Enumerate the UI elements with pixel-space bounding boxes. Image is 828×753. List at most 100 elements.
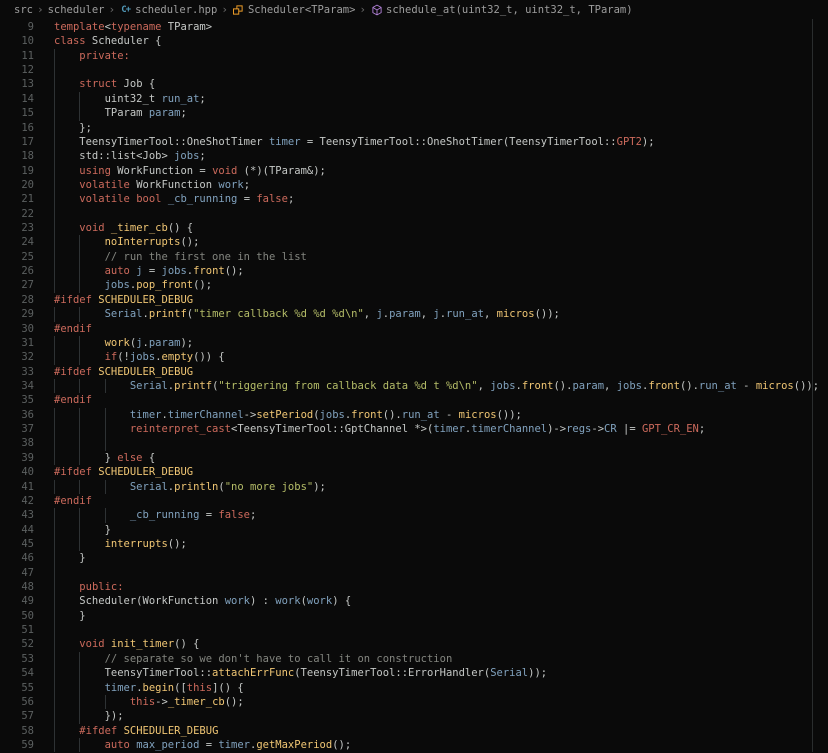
line-number[interactable]: 39 bbox=[0, 451, 34, 465]
code-line[interactable]: 21 volatile bool _cb_running = false; bbox=[0, 192, 828, 206]
line-number[interactable]: 45 bbox=[0, 537, 34, 551]
code-line[interactable]: 32 if(!jobs.empty()) { bbox=[0, 350, 828, 364]
line-number[interactable]: 24 bbox=[0, 235, 34, 249]
line-number[interactable]: 35 bbox=[0, 393, 34, 407]
line-number[interactable]: 14 bbox=[0, 92, 34, 106]
code-line[interactable]: 53 // separate so we don't have to call … bbox=[0, 652, 828, 666]
code-line[interactable]: 20 volatile WorkFunction work; bbox=[0, 178, 828, 192]
code-line[interactable]: 52 void init_timer() { bbox=[0, 637, 828, 651]
line-number[interactable]: 53 bbox=[0, 652, 34, 666]
code-line[interactable]: 33#ifdef SCHEDULER_DEBUG bbox=[0, 365, 828, 379]
line-number[interactable]: 11 bbox=[0, 49, 34, 63]
code-line[interactable]: 42#endif bbox=[0, 494, 828, 508]
code-line[interactable]: 44 } bbox=[0, 523, 828, 537]
line-number[interactable]: 30 bbox=[0, 322, 34, 336]
code-line[interactable]: 54 TeensyTimerTool::attachErrFunc(Teensy… bbox=[0, 666, 828, 680]
code-line[interactable]: 50 } bbox=[0, 609, 828, 623]
code-line[interactable]: 48 public: bbox=[0, 580, 828, 594]
line-number[interactable]: 52 bbox=[0, 637, 34, 651]
breadcrumb-item[interactable]: scheduler bbox=[48, 4, 105, 16]
line-number[interactable]: 46 bbox=[0, 551, 34, 565]
line-number[interactable]: 33 bbox=[0, 365, 34, 379]
line-number[interactable]: 34 bbox=[0, 379, 34, 393]
line-number[interactable]: 31 bbox=[0, 336, 34, 350]
code-line[interactable]: 59 auto max_period = timer.getMaxPeriod(… bbox=[0, 738, 828, 752]
line-number[interactable]: 56 bbox=[0, 695, 34, 709]
code-line[interactable]: 13 struct Job { bbox=[0, 77, 828, 91]
code-line[interactable]: 10class Scheduler { bbox=[0, 34, 828, 48]
line-number[interactable]: 20 bbox=[0, 178, 34, 192]
code-line[interactable]: 39 } else { bbox=[0, 451, 828, 465]
code-line[interactable]: 15 TParam param; bbox=[0, 106, 828, 120]
line-number[interactable]: 23 bbox=[0, 221, 34, 235]
code-line[interactable]: 9template<typename TParam> bbox=[0, 20, 828, 34]
code-line[interactable]: 31 work(j.param); bbox=[0, 336, 828, 350]
code-line[interactable]: 40#ifdef SCHEDULER_DEBUG bbox=[0, 465, 828, 479]
code-line[interactable]: 28#ifdef SCHEDULER_DEBUG bbox=[0, 293, 828, 307]
line-number[interactable]: 58 bbox=[0, 724, 34, 738]
code-line[interactable]: 56 this->_timer_cb(); bbox=[0, 695, 828, 709]
code-line[interactable]: 30#endif bbox=[0, 322, 828, 336]
line-number[interactable]: 25 bbox=[0, 250, 34, 264]
line-number[interactable]: 10 bbox=[0, 34, 34, 48]
code-line[interactable]: 43 _cb_running = false; bbox=[0, 508, 828, 522]
line-number[interactable]: 17 bbox=[0, 135, 34, 149]
line-number[interactable]: 42 bbox=[0, 494, 34, 508]
line-number[interactable]: 50 bbox=[0, 609, 34, 623]
code-line[interactable]: 16 }; bbox=[0, 121, 828, 135]
line-number[interactable]: 47 bbox=[0, 566, 34, 580]
line-number[interactable]: 22 bbox=[0, 207, 34, 221]
code-line[interactable]: 46 } bbox=[0, 551, 828, 565]
line-number[interactable]: 12 bbox=[0, 63, 34, 77]
line-number[interactable]: 44 bbox=[0, 523, 34, 537]
code-line[interactable]: 45 interrupts(); bbox=[0, 537, 828, 551]
code-line[interactable]: 51 bbox=[0, 623, 828, 637]
line-number[interactable]: 29 bbox=[0, 307, 34, 321]
code-line[interactable]: 38 bbox=[0, 436, 828, 450]
code-line[interactable]: 34 Serial.printf("triggering from callba… bbox=[0, 379, 828, 393]
code-line[interactable]: 57 }); bbox=[0, 709, 828, 723]
line-number[interactable]: 57 bbox=[0, 709, 34, 723]
code-line[interactable]: 35#endif bbox=[0, 393, 828, 407]
breadcrumb-item[interactable]: src bbox=[14, 4, 33, 16]
line-number[interactable]: 26 bbox=[0, 264, 34, 278]
line-number[interactable]: 41 bbox=[0, 480, 34, 494]
line-number[interactable]: 40 bbox=[0, 465, 34, 479]
code-line[interactable]: 17 TeensyTimerTool::OneShotTimer timer =… bbox=[0, 135, 828, 149]
breadcrumb-item[interactable]: C+scheduler.hpp bbox=[119, 3, 217, 16]
line-number[interactable]: 28 bbox=[0, 293, 34, 307]
line-number[interactable]: 36 bbox=[0, 408, 34, 422]
line-number[interactable]: 27 bbox=[0, 278, 34, 292]
line-number[interactable]: 9 bbox=[0, 20, 34, 34]
line-number[interactable]: 43 bbox=[0, 508, 34, 522]
code-line[interactable]: 11 private: bbox=[0, 49, 828, 63]
code-line[interactable]: 55 timer.begin([this]() { bbox=[0, 681, 828, 695]
line-number[interactable]: 55 bbox=[0, 681, 34, 695]
code-line[interactable]: 49 Scheduler(WorkFunction work) : work(w… bbox=[0, 594, 828, 608]
code-line[interactable]: 14 uint32_t run_at; bbox=[0, 92, 828, 106]
code-line[interactable]: 24 noInterrupts(); bbox=[0, 235, 828, 249]
line-number[interactable]: 32 bbox=[0, 350, 34, 364]
code-line[interactable]: 29 Serial.printf("timer callback %d %d %… bbox=[0, 307, 828, 321]
line-number[interactable]: 13 bbox=[0, 77, 34, 91]
code-line[interactable]: 19 using WorkFunction = void (*)(TParam&… bbox=[0, 164, 828, 178]
line-number[interactable]: 18 bbox=[0, 149, 34, 163]
code-line[interactable]: 41 Serial.println("no more jobs"); bbox=[0, 480, 828, 494]
line-number[interactable]: 38 bbox=[0, 436, 34, 450]
code-line[interactable]: 23 void _timer_cb() { bbox=[0, 221, 828, 235]
code-line[interactable]: 12 bbox=[0, 63, 828, 77]
line-number[interactable]: 48 bbox=[0, 580, 34, 594]
line-number[interactable]: 19 bbox=[0, 164, 34, 178]
breadcrumb-item[interactable]: schedule_at(uint32_t, uint32_t, TParam) bbox=[370, 3, 633, 16]
code-line[interactable]: 26 auto j = jobs.front(); bbox=[0, 264, 828, 278]
line-number[interactable]: 54 bbox=[0, 666, 34, 680]
line-number[interactable]: 15 bbox=[0, 106, 34, 120]
code-line[interactable]: 18 std::list<Job> jobs; bbox=[0, 149, 828, 163]
line-number[interactable]: 49 bbox=[0, 594, 34, 608]
line-number[interactable]: 51 bbox=[0, 623, 34, 637]
line-number[interactable]: 16 bbox=[0, 121, 34, 135]
code-line[interactable]: 58 #ifdef SCHEDULER_DEBUG bbox=[0, 724, 828, 738]
line-number[interactable]: 59 bbox=[0, 738, 34, 752]
breadcrumb-item[interactable]: Scheduler<TParam> bbox=[232, 3, 355, 16]
code-line[interactable]: 37 reinterpret_cast<TeensyTimerTool::Gpt… bbox=[0, 422, 828, 436]
